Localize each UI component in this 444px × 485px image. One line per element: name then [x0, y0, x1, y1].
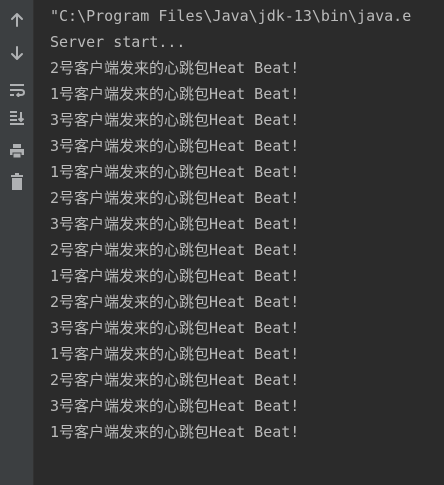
run-console-window: "C:\Program Files\Java\jdk-13\bin\java.e…: [0, 0, 444, 485]
output-line: 3号客户端发来的心跳包Heat Beat!: [50, 111, 300, 129]
output-line: 1号客户端发来的心跳包Heat Beat!: [50, 163, 300, 181]
arrow-up-icon[interactable]: [4, 9, 30, 31]
output-line: 3号客户端发来的心跳包Heat Beat!: [50, 215, 300, 233]
trash-icon[interactable]: [4, 171, 30, 193]
output-line: 3号客户端发来的心跳包Heat Beat!: [50, 137, 300, 155]
output-line: Server start...: [50, 33, 186, 51]
scroll-to-end-icon[interactable]: [4, 107, 30, 129]
console-output[interactable]: "C:\Program Files\Java\jdk-13\bin\java.e…: [34, 0, 444, 485]
soft-wrap-icon[interactable]: [4, 79, 30, 101]
command-line: "C:\Program Files\Java\jdk-13\bin\java.e: [50, 7, 412, 25]
output-line: 2号客户端发来的心跳包Heat Beat!: [50, 241, 300, 259]
output-line: 2号客户端发来的心跳包Heat Beat!: [50, 189, 300, 207]
output-line: 3号客户端发来的心跳包Heat Beat!: [50, 397, 300, 415]
output-line: 1号客户端发来的心跳包Heat Beat!: [50, 267, 300, 285]
output-line: 2号客户端发来的心跳包Heat Beat!: [50, 371, 300, 389]
output-line: 2号客户端发来的心跳包Heat Beat!: [50, 293, 300, 311]
print-icon[interactable]: [4, 140, 30, 162]
output-line: 1号客户端发来的心跳包Heat Beat!: [50, 345, 300, 363]
output-line: 1号客户端发来的心跳包Heat Beat!: [50, 423, 300, 441]
arrow-down-icon[interactable]: [4, 42, 30, 64]
console-toolbar: [0, 0, 34, 485]
output-line: 1号客户端发来的心跳包Heat Beat!: [50, 85, 300, 103]
output-line: 3号客户端发来的心跳包Heat Beat!: [50, 319, 300, 337]
output-line: 2号客户端发来的心跳包Heat Beat!: [50, 59, 300, 77]
